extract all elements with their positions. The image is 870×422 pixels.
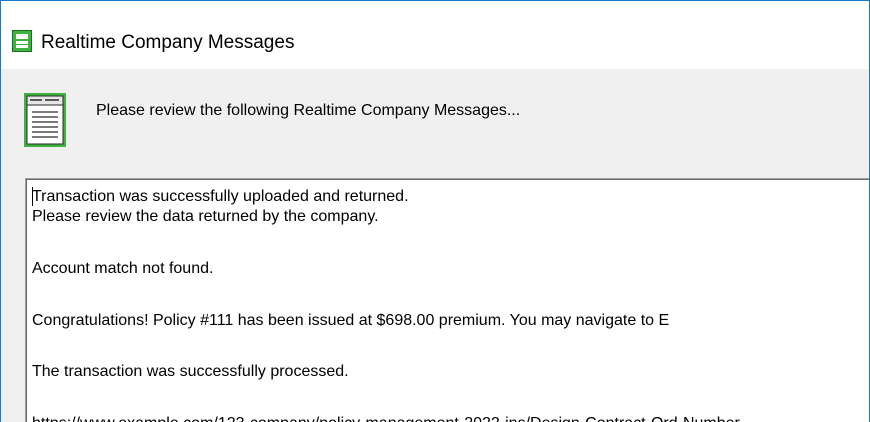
- title-bar[interactable]: Realtime Company Messages: [1, 1, 869, 69]
- dialog-body: Please review the following Realtime Com…: [1, 69, 869, 422]
- messages-dialog: Realtime Company Messages Please review …: [0, 0, 870, 422]
- message-line: Congratulations! Policy #111 has been is…: [32, 312, 670, 329]
- document-icon: [24, 93, 68, 148]
- message-line: Account match not found.: [32, 260, 214, 277]
- message-line: Please review the data returned by the c…: [32, 208, 379, 225]
- intro-text: Please review the following Realtime Com…: [96, 102, 521, 119]
- form-icon: [12, 30, 32, 52]
- message-line: The transaction was successfully process…: [32, 363, 349, 380]
- message-line: Transaction was successfully uploaded an…: [32, 188, 409, 205]
- messages-textbox[interactable]: Transaction was successfully uploaded an…: [25, 178, 869, 422]
- window-title: Realtime Company Messages: [41, 32, 295, 53]
